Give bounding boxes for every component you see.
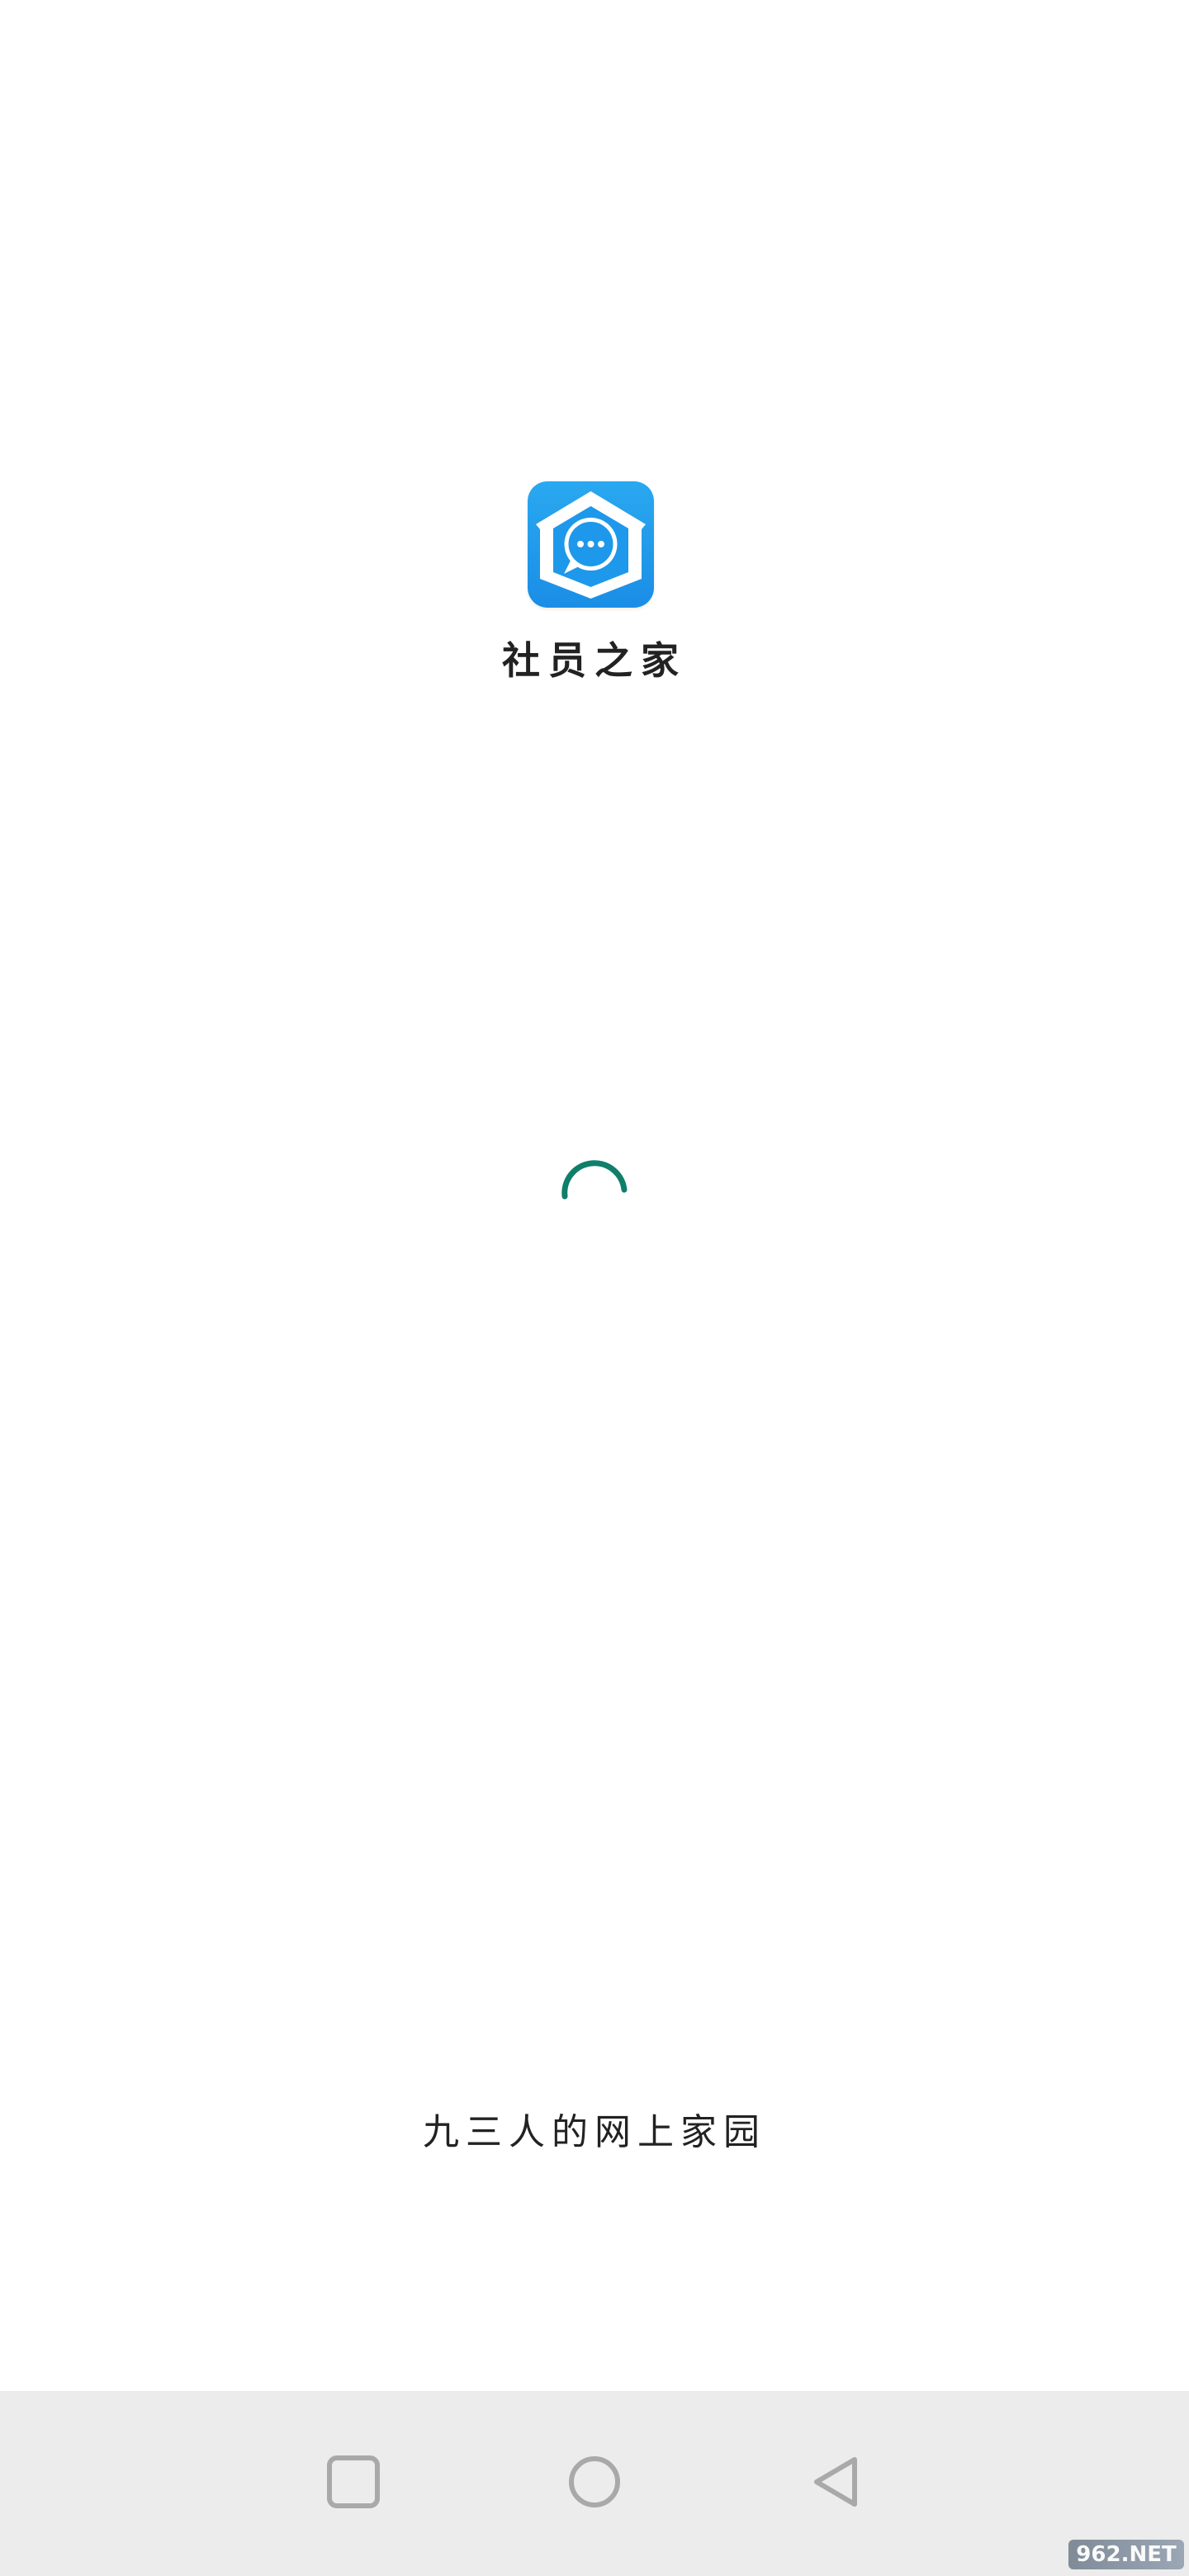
triangle-back-icon [814, 2457, 857, 2507]
circle-icon [569, 2456, 620, 2507]
app-name: 社员之家 [502, 638, 687, 683]
system-navigation-bar: 962.NET [0, 2391, 1189, 2576]
back-button[interactable] [803, 2449, 869, 2515]
house-chat-bubble-icon [536, 491, 646, 599]
slogan-text: 九三人的网上家园 [423, 2111, 766, 2153]
home-button[interactable] [561, 2449, 628, 2515]
app-logo-icon [528, 481, 654, 608]
loading-spinner-icon [561, 1160, 628, 1200]
square-icon [327, 2455, 380, 2508]
recents-button[interactable] [320, 2449, 386, 2515]
watermark-logo: 962.NET [1068, 2540, 1184, 2569]
